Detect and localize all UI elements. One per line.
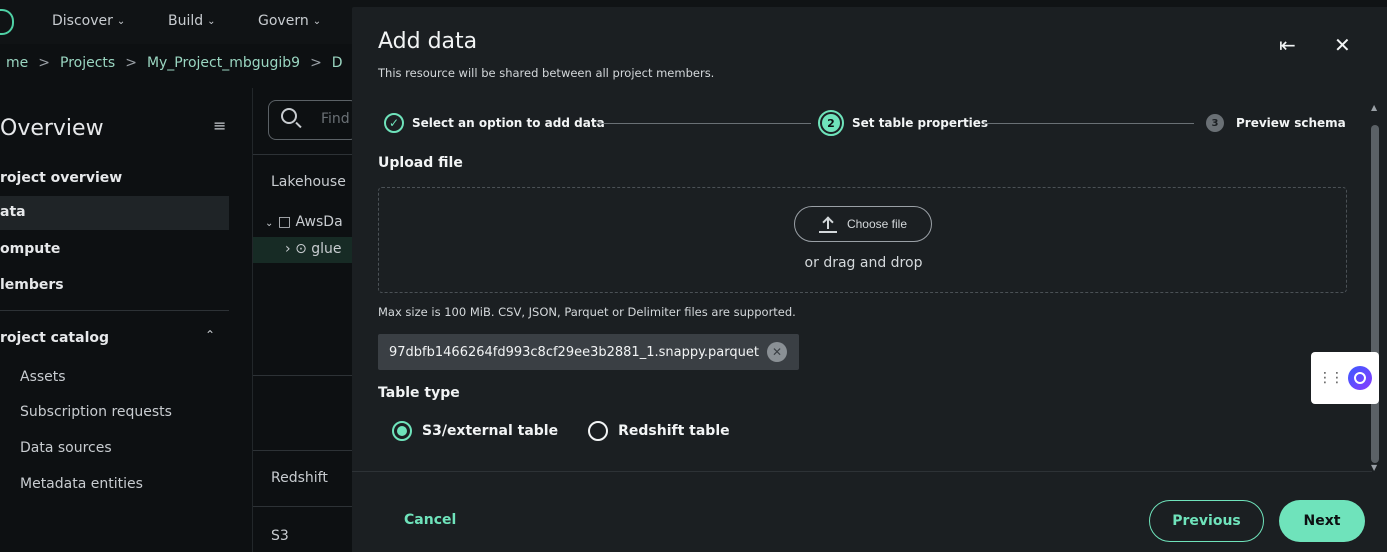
sidebar-divider bbox=[0, 310, 229, 311]
sidebar: Overview ≡ roject overview ata ompute le… bbox=[0, 88, 252, 552]
radio-unselected-icon bbox=[588, 421, 609, 441]
drag-drop-text: or drag and drop bbox=[804, 255, 923, 271]
breadcrumb-projects[interactable]: Projects bbox=[60, 55, 115, 71]
collapse-panel-icon[interactable]: ⇤ bbox=[1279, 33, 1296, 57]
step-3[interactable]: 3 Preview schema bbox=[1206, 114, 1346, 132]
step-1[interactable]: ✓ Select an option to add data bbox=[384, 113, 605, 133]
s3-label: S3 bbox=[271, 528, 289, 544]
sidebar-item-compute[interactable]: ompute bbox=[0, 241, 60, 257]
sidebar-item-data-sources[interactable]: Data sources bbox=[20, 440, 112, 456]
catalog-icon: ⊙ bbox=[295, 241, 307, 257]
assistant-widget[interactable]: ⋮⋮ bbox=[1311, 352, 1379, 404]
collapse-sidebar-icon[interactable]: ≡ bbox=[213, 116, 226, 135]
nav-discover-label: Discover bbox=[52, 13, 113, 29]
uploaded-file-name: 97dbfb1466264fd993c8cf29ee3b2881_1.snapp… bbox=[389, 344, 759, 360]
sidebar-item-members[interactable]: lembers bbox=[0, 277, 64, 293]
panel-divider bbox=[253, 450, 353, 451]
chevron-right-icon: › bbox=[285, 241, 291, 257]
previous-button[interactable]: Previous bbox=[1149, 500, 1264, 542]
tree-item-glue[interactable]: › ⊙ glue bbox=[285, 241, 342, 257]
step-2[interactable]: 2 Set table properties bbox=[818, 110, 988, 136]
nav-build[interactable]: Build ⌄ bbox=[168, 13, 216, 29]
remove-file-icon[interactable]: ✕ bbox=[766, 342, 787, 362]
sidebar-item-project-overview[interactable]: roject overview bbox=[0, 170, 122, 186]
radio-s3-external-table[interactable]: S3/external table bbox=[392, 421, 558, 441]
chevron-down-icon: ⌄ bbox=[312, 15, 322, 27]
assistant-icon[interactable] bbox=[1348, 366, 1372, 390]
panel-divider bbox=[253, 375, 353, 376]
step-3-number: 3 bbox=[1206, 114, 1224, 132]
modal-title: Add data bbox=[378, 29, 478, 54]
sidebar-title: Overview bbox=[0, 116, 104, 141]
step-1-label: Select an option to add data bbox=[412, 116, 605, 130]
chevron-down-icon: ⌄ bbox=[265, 218, 274, 229]
step-2-indicator: 2 bbox=[818, 110, 844, 136]
search-placeholder: Find bbox=[321, 111, 350, 127]
nav-govern-label: Govern bbox=[258, 13, 309, 29]
breadcrumb: me > Projects > My_Project_mbgugib9 > D bbox=[0, 44, 352, 82]
tree-item-glue-label: glue bbox=[311, 241, 342, 257]
close-icon[interactable]: ✕ bbox=[1334, 33, 1351, 57]
app-logo-icon[interactable] bbox=[0, 9, 14, 35]
cancel-button[interactable]: Cancel bbox=[404, 512, 456, 528]
file-size-hint: Max size is 100 MiB. CSV, JSON, Parquet … bbox=[378, 305, 796, 319]
nav-discover[interactable]: Discover ⌄ bbox=[52, 13, 125, 29]
add-data-modal: Add data This resource will be shared be… bbox=[352, 7, 1387, 552]
step-2-number: 2 bbox=[822, 114, 840, 132]
sidebar-item-subscription-requests[interactable]: Subscription requests bbox=[20, 404, 172, 420]
chevron-down-icon: ⌄ bbox=[116, 15, 126, 27]
radio-selected-icon bbox=[392, 421, 412, 441]
next-button[interactable]: Next bbox=[1279, 500, 1365, 542]
drag-handle-icon[interactable]: ⋮⋮ bbox=[1318, 370, 1344, 386]
sidebar-item-assets[interactable]: Assets bbox=[20, 369, 66, 385]
panel-divider bbox=[253, 506, 353, 507]
scroll-up-icon[interactable]: ▲ bbox=[1371, 103, 1379, 112]
modal-subtitle: This resource will be shared between all… bbox=[378, 66, 715, 80]
upload-icon bbox=[818, 216, 837, 233]
scroll-down-icon[interactable]: ▼ bbox=[1371, 463, 1379, 472]
breadcrumb-home[interactable]: me bbox=[6, 55, 28, 71]
file-dropzone[interactable]: Choose file or drag and drop bbox=[378, 187, 1347, 293]
step-connector bbox=[984, 123, 1194, 124]
scrollbar-thumb[interactable] bbox=[1371, 125, 1379, 463]
nav-govern[interactable]: Govern ⌄ bbox=[258, 13, 321, 29]
tree-item-database[interactable]: ⌄ □ AwsDa bbox=[265, 214, 343, 230]
step-connector bbox=[596, 123, 811, 124]
table-type-label: Table type bbox=[378, 385, 460, 401]
sidebar-item-metadata-entities[interactable]: Metadata entities bbox=[20, 476, 143, 492]
breadcrumb-project[interactable]: My_Project_mbgugib9 bbox=[147, 55, 300, 71]
stepper: ✓ Select an option to add data 2 Set tab… bbox=[378, 107, 1346, 141]
chevron-down-icon: ⌄ bbox=[207, 15, 216, 27]
tree-item-database-label: AwsDa bbox=[295, 214, 343, 230]
redshift-label: Redshift bbox=[271, 470, 328, 486]
lakehouse-label: Lakehouse bbox=[271, 174, 346, 190]
uploaded-file-chip: 97dbfb1466264fd993c8cf29ee3b2881_1.snapp… bbox=[378, 334, 799, 370]
choose-file-button[interactable]: Choose file bbox=[794, 206, 932, 242]
footer-divider bbox=[352, 471, 1372, 472]
breadcrumb-separator: > bbox=[125, 55, 137, 71]
breadcrumb-current[interactable]: D bbox=[332, 55, 343, 71]
data-explorer-panel: Find Lakehouse ⌄ □ AwsDa › ⊙ glue Redshi… bbox=[252, 88, 358, 552]
panel-divider bbox=[253, 154, 353, 155]
breadcrumb-separator: > bbox=[38, 55, 50, 71]
search-box[interactable]: Find bbox=[268, 100, 358, 140]
database-icon: □ bbox=[277, 214, 292, 230]
breadcrumb-separator: > bbox=[310, 55, 322, 71]
step-3-label: Preview schema bbox=[1236, 116, 1346, 130]
table-type-radio-group: S3/external table Redshift table bbox=[392, 421, 730, 441]
check-icon: ✓ bbox=[384, 113, 404, 133]
nav-build-label: Build bbox=[168, 13, 204, 29]
choose-file-label: Choose file bbox=[846, 217, 908, 231]
sidebar-item-data[interactable]: ata bbox=[0, 196, 229, 230]
radio-redshift-table[interactable]: Redshift table bbox=[588, 421, 730, 441]
upload-file-label: Upload file bbox=[378, 155, 463, 171]
radio-redshift-label: Redshift table bbox=[618, 423, 730, 439]
chevron-up-icon[interactable]: ⌃ bbox=[205, 328, 215, 342]
sidebar-section-project-catalog[interactable]: roject catalog bbox=[0, 330, 109, 346]
step-2-label: Set table properties bbox=[852, 116, 989, 130]
search-icon bbox=[281, 108, 297, 124]
radio-s3-label: S3/external table bbox=[422, 423, 559, 439]
